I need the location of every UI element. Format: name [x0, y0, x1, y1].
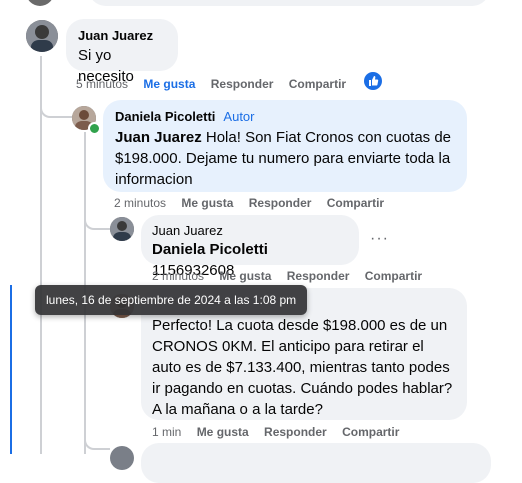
share-button[interactable]: Compartir [327, 196, 384, 210]
comment-author[interactable]: Juan Juarez [152, 223, 348, 238]
more-options-button[interactable]: ··· [370, 230, 389, 248]
timestamp-tooltip: lunes, 16 de septiembre de 2024 a las 1:… [35, 285, 308, 315]
like-reaction-icon[interactable] [364, 72, 382, 90]
reply-button[interactable]: Responder [287, 269, 350, 283]
comment-bubble: Juan Juarez Daniela Picoletti 1156932608 [141, 215, 359, 279]
comment-bubble [141, 443, 491, 483]
thread-connector [84, 428, 110, 450]
comment-author[interactable]: Daniela Picoletti [115, 109, 215, 124]
comment-author[interactable]: Juan Juarez [78, 28, 166, 43]
thread-connector [84, 212, 110, 230]
share-button[interactable]: Compartir [342, 425, 399, 439]
share-button[interactable]: Compartir [365, 269, 422, 283]
avatar[interactable] [110, 217, 134, 241]
focus-indicator [10, 285, 12, 454]
thread-line [40, 56, 42, 454]
comment-actions: 5 minutos Me gusta Responder Compartir [76, 77, 358, 91]
share-button[interactable]: Compartir [289, 77, 346, 91]
thread-connector [40, 100, 72, 118]
comment-actions: 2 minutos Me gusta Responder Compartir [152, 269, 434, 283]
comment-text: Perfecto! La cuota desde $198.000 es de … [152, 317, 453, 418]
reply-button[interactable]: Responder [249, 196, 312, 210]
like-button[interactable]: Me gusta [219, 269, 271, 283]
reply-button[interactable]: Responder [211, 77, 274, 91]
timestamp[interactable]: 1 min [152, 425, 181, 439]
comment-bubble: Juan Juarez Si yo necesito [66, 19, 178, 85]
comment-actions: 2 minutos Me gusta Responder Compartir [114, 196, 396, 210]
timestamp[interactable]: 2 minutos [114, 196, 166, 210]
mention[interactable]: Daniela Picoletti [152, 241, 268, 258]
like-button[interactable]: Me gusta [181, 196, 233, 210]
avatar[interactable] [26, 20, 58, 52]
timestamp[interactable]: 5 minutos [76, 77, 128, 91]
like-button[interactable]: Me gusta [143, 77, 195, 91]
mention[interactable]: Juan Juarez [115, 129, 202, 146]
comment-text: Juan Juarez Hola! Son Fiat Cronos con cu… [115, 127, 455, 190]
avatar[interactable] [110, 446, 134, 470]
previous-comment-bubble [88, 0, 490, 6]
comment-author-line: Daniela Picoletti Autor [115, 109, 455, 124]
timestamp[interactable]: 2 minutos [152, 269, 204, 283]
comment-actions: 1 min Me gusta Responder Compartir [152, 425, 411, 439]
like-button[interactable]: Me gusta [197, 425, 249, 439]
avatar[interactable] [26, 0, 54, 6]
online-status-dot [88, 122, 101, 135]
reply-button[interactable]: Responder [264, 425, 327, 439]
author-badge: Autor [223, 109, 255, 124]
comment-bubble: Daniela Picoletti Autor Juan Juarez Hola!… [103, 100, 467, 192]
